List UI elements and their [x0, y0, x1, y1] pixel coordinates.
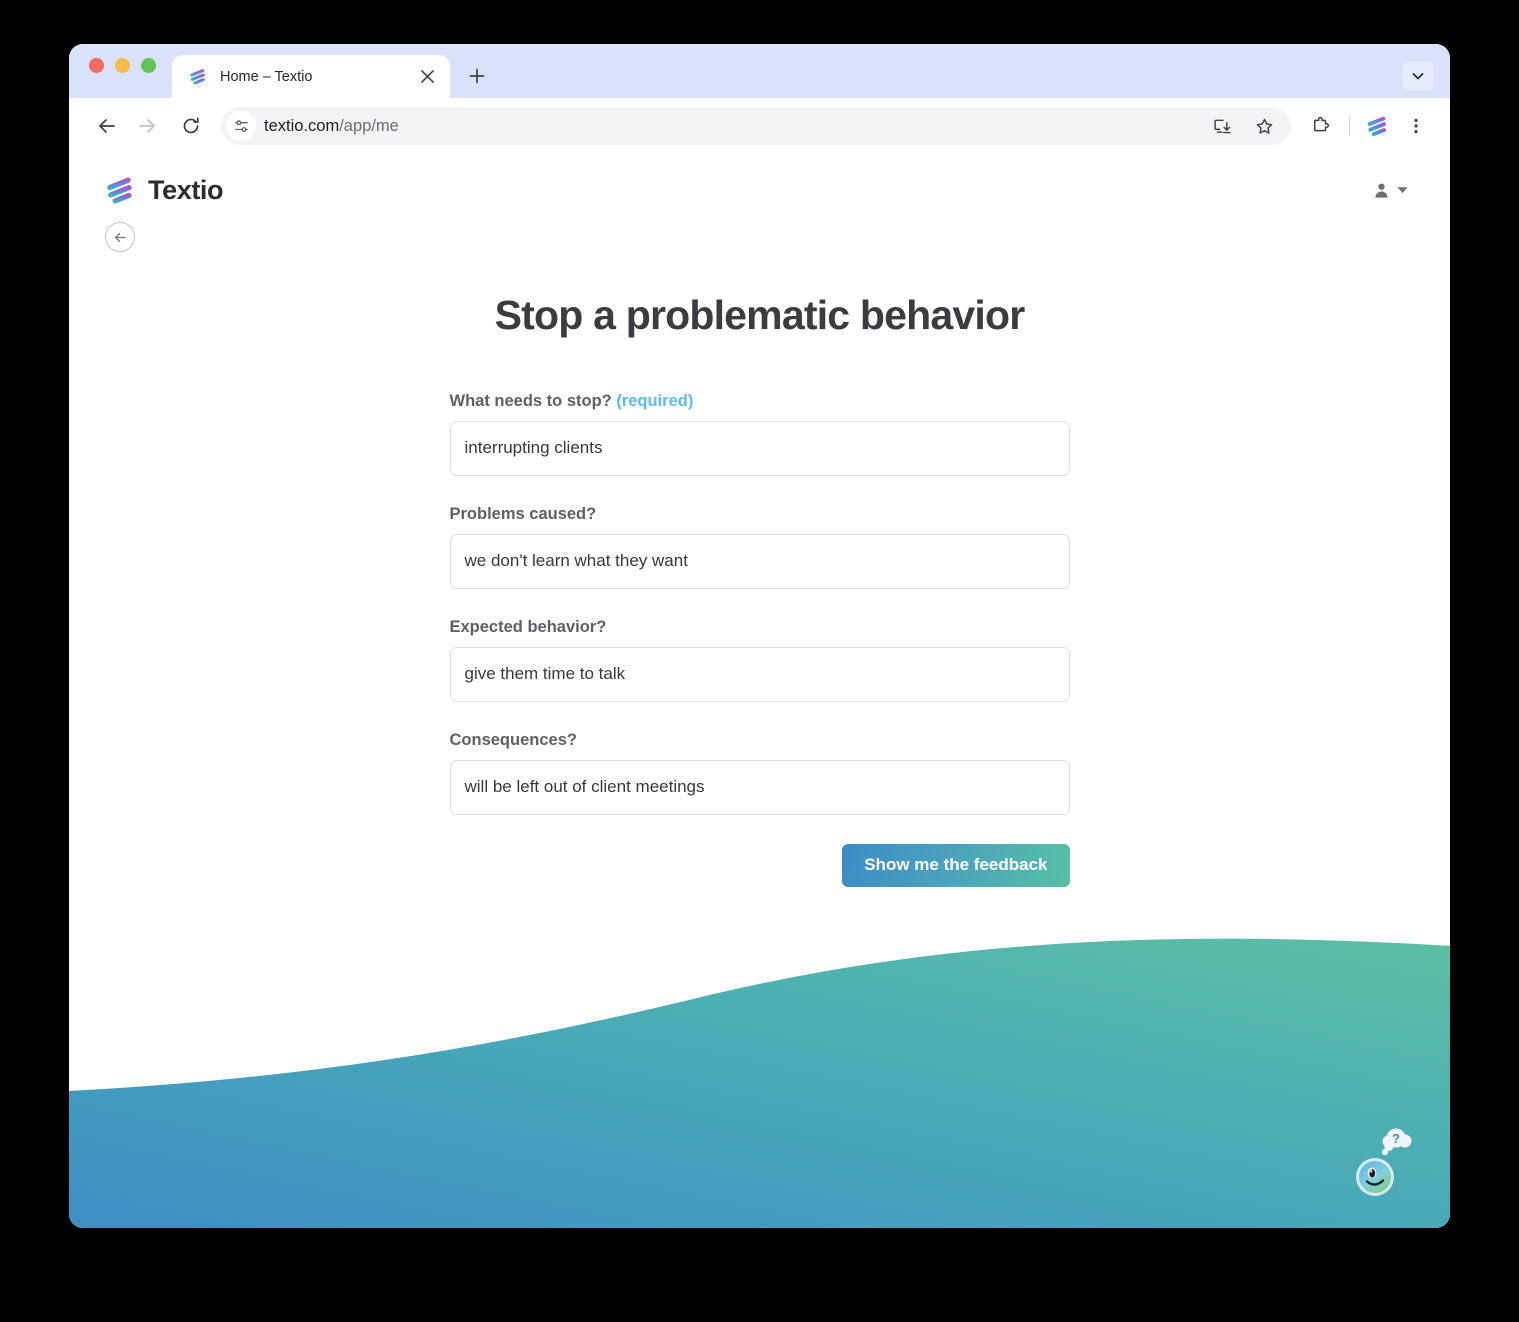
submit-row: Show me the feedback	[450, 843, 1070, 887]
field-label-text: Consequences?	[449, 730, 577, 749]
textio-logo-icon	[107, 177, 132, 204]
field-label: Expected behavior?	[450, 618, 1070, 637]
toolbar-divider	[1349, 116, 1350, 136]
field-label-text: Problems caused?	[449, 504, 597, 523]
window-close-button[interactable]	[89, 57, 104, 73]
tune-icon[interactable]	[226, 111, 256, 141]
field-what-needs-to-stop: What needs to stop? (required)	[449, 392, 1070, 476]
url-path: /app/me	[339, 116, 399, 135]
tab-title: Home – Textio	[220, 68, 313, 85]
decorative-wave	[69, 938, 1450, 1228]
url-domain: textio.com	[264, 116, 340, 135]
arrow-left-icon[interactable]	[89, 108, 125, 144]
field-label: Consequences?	[450, 731, 1070, 750]
close-icon[interactable]	[416, 66, 438, 88]
plus-icon[interactable]	[460, 59, 494, 93]
browser-window: Home – Textio textio.com/app/me Textio S…	[69, 44, 1450, 1228]
tab-strip: Home – Textio	[69, 44, 1450, 98]
brand-name: Textio	[148, 174, 224, 205]
caret-down-icon	[1397, 187, 1408, 194]
url-text: textio.com/app/me	[264, 117, 1197, 136]
problems-caused-input[interactable]	[449, 533, 1070, 589]
textio-logo-icon	[190, 69, 205, 85]
consequences-input[interactable]	[449, 759, 1070, 815]
field-consequences: Consequences?	[449, 731, 1070, 815]
toolbar-right-actions	[1303, 108, 1434, 144]
browser-tab-home-textio[interactable]: Home – Textio	[172, 55, 450, 98]
arrow-right-icon[interactable]	[129, 108, 165, 144]
expected-behavior-input[interactable]	[449, 646, 1070, 702]
address-bar[interactable]: textio.com/app/me	[221, 107, 1291, 145]
puzzle-piece-icon[interactable]	[1303, 108, 1339, 144]
required-tag: (required)	[616, 392, 694, 410]
three-dots-vertical-icon[interactable]	[1398, 108, 1434, 144]
page-content: Textio Stop a problematic behavior What …	[69, 154, 1450, 1228]
window-minimize-button[interactable]	[115, 57, 130, 73]
arrow-left-circle-icon[interactable]	[105, 222, 135, 252]
field-problems-caused: Problems caused?	[449, 505, 1070, 589]
site-header: Textio	[69, 154, 1450, 226]
star-icon[interactable]	[1247, 109, 1281, 143]
show-feedback-button[interactable]: Show me the feedback	[842, 843, 1070, 887]
install-app-icon[interactable]	[1205, 109, 1239, 143]
help-face-icon: ?	[1356, 1128, 1412, 1196]
brand[interactable]: Textio	[105, 174, 224, 206]
field-label-text: What needs to stop?	[449, 392, 612, 410]
field-expected-behavior: Expected behavior?	[449, 618, 1070, 702]
account-menu[interactable]	[1373, 182, 1408, 199]
page-title: Stop a problematic behavior	[494, 292, 1026, 338]
field-label: What needs to stop? (required)	[450, 392, 1070, 411]
textio-extension-icon[interactable]	[1360, 108, 1396, 144]
help-widget[interactable]: ?	[1350, 1128, 1412, 1200]
user-avatar-icon	[1375, 183, 1388, 198]
what-needs-to-stop-input[interactable]	[449, 421, 1070, 476]
chevron-down-icon[interactable]	[1402, 61, 1434, 91]
thought-bubble: ?	[1381, 1128, 1412, 1156]
svg-text:?: ?	[1392, 1131, 1400, 1146]
field-label-text: Expected behavior?	[449, 617, 607, 636]
browser-toolbar: textio.com/app/me	[69, 98, 1450, 154]
window-traffic-lights	[89, 44, 172, 98]
field-label: Problems caused?	[450, 505, 1070, 524]
reload-icon[interactable]	[173, 108, 209, 144]
window-zoom-button[interactable]	[141, 57, 156, 73]
back-button-row	[69, 222, 1450, 252]
behavior-form: Stop a problematic behavior What needs t…	[449, 252, 1070, 887]
